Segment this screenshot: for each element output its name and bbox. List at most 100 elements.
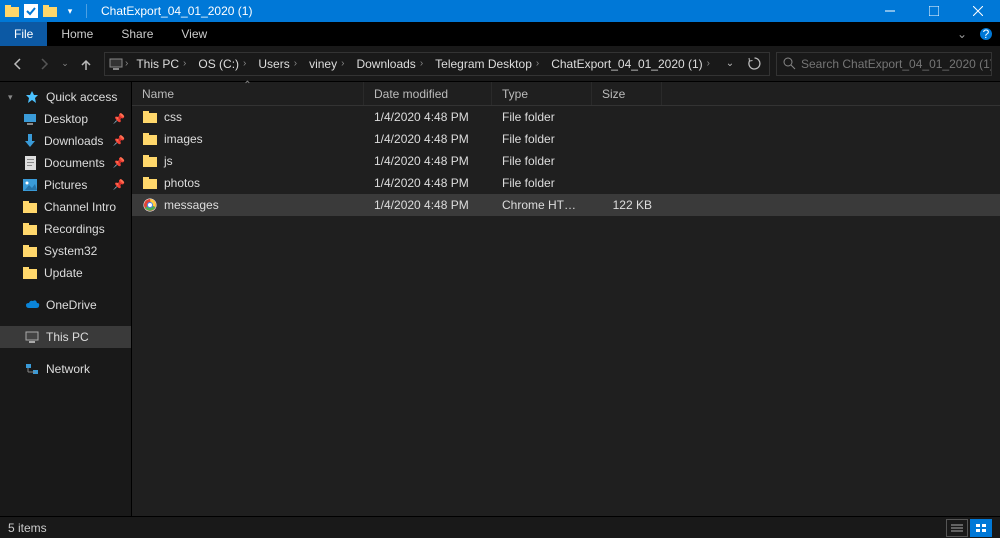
column-headers: Name⌃ Date modified Type Size [132, 82, 1000, 106]
table-row[interactable]: css1/4/2020 4:48 PMFile folder [132, 106, 1000, 128]
tab-view[interactable]: View [167, 22, 221, 46]
file-size: 122 KB [592, 198, 662, 212]
sidebar-item[interactable]: Recordings [0, 218, 131, 240]
forward-button[interactable] [32, 52, 56, 76]
file-type: File folder [492, 132, 592, 146]
maximize-button[interactable] [912, 0, 956, 22]
folder-icon [22, 243, 38, 259]
folder-icon [142, 153, 158, 169]
sidebar-quick-access[interactable]: ▾ Quick access [0, 86, 131, 108]
folder-icon [142, 131, 158, 147]
sidebar-item-label: Downloads [44, 134, 103, 148]
file-type: File folder [492, 176, 592, 190]
back-button[interactable] [6, 52, 30, 76]
sidebar-onedrive[interactable]: OneDrive [0, 294, 131, 316]
refresh-button[interactable] [743, 53, 765, 75]
title-bar: ▾ ChatExport_04_01_2020 (1) [0, 0, 1000, 22]
file-type: File folder [492, 154, 592, 168]
network-icon [24, 361, 40, 377]
file-name: images [164, 132, 203, 146]
chevron-right-icon[interactable]: › [125, 58, 128, 69]
file-type: Chrome HTML Docu... [492, 198, 592, 212]
table-row[interactable]: images 1/4/2020 4:48 PMFile folder [132, 128, 1000, 150]
check-icon[interactable] [24, 4, 38, 18]
sidebar-item[interactable]: Pictures📌 [0, 174, 131, 196]
sidebar-label: OneDrive [46, 298, 97, 312]
search-icon [777, 57, 801, 70]
sidebar-item[interactable]: Documents📌 [0, 152, 131, 174]
chevron-right-icon: › [183, 58, 186, 69]
sidebar-this-pc[interactable]: This PC [0, 326, 131, 348]
address-bar[interactable]: › This PC›OS (C:)›Users›viney›Downloads›… [104, 52, 770, 76]
chevron-right-icon: › [707, 58, 710, 69]
minimize-button[interactable] [868, 0, 912, 22]
separator [86, 4, 87, 18]
table-row[interactable]: js 1/4/2020 4:48 PMFile folder [132, 150, 1000, 172]
file-name: messages [164, 198, 219, 212]
cloud-icon [24, 297, 40, 313]
folder-icon [4, 3, 20, 19]
chevron-right-icon: › [536, 58, 539, 69]
column-date[interactable]: Date modified [364, 82, 492, 105]
table-row[interactable]: messages1/4/2020 4:48 PMChrome HTML Docu… [132, 194, 1000, 216]
breadcrumb-item[interactable]: ChatExport_04_01_2020 (1)› [545, 53, 716, 75]
pin-icon: 📌 [113, 158, 125, 169]
sidebar-item[interactable]: Downloads 📌 [0, 130, 131, 152]
chevron-right-icon: › [243, 58, 246, 69]
sidebar-item[interactable]: Desktop 📌 [0, 108, 131, 130]
table-row[interactable]: photos1/4/2020 4:48 PMFile folder [132, 172, 1000, 194]
breadcrumb-item[interactable]: OS (C:)› [192, 53, 252, 75]
sidebar-item-label: System32 [44, 244, 97, 258]
history-dropdown-icon[interactable]: ⌄ [58, 52, 72, 76]
ribbon-collapse-icon[interactable]: ⌄ [952, 22, 972, 46]
chevron-right-icon: › [294, 58, 297, 69]
sidebar-label: Network [46, 362, 90, 376]
svg-text:?: ? [983, 27, 990, 41]
address-dropdown-icon[interactable]: ⌄ [719, 53, 741, 75]
file-name: js [164, 154, 173, 168]
window-title: ChatExport_04_01_2020 (1) [101, 4, 252, 18]
search-box[interactable] [776, 52, 992, 76]
sidebar-item[interactable]: System32 [0, 240, 131, 262]
desktop-icon [22, 111, 38, 127]
column-name[interactable]: Name⌃ [132, 82, 364, 105]
sidebar-item-label: Pictures [44, 178, 87, 192]
sidebar-item-label: Desktop [44, 112, 88, 126]
tab-home[interactable]: Home [47, 22, 107, 46]
column-type[interactable]: Type [492, 82, 592, 105]
tab-file[interactable]: File [0, 22, 47, 46]
breadcrumb-item[interactable]: viney› [303, 53, 350, 75]
file-date: 1/4/2020 4:48 PM [364, 154, 492, 168]
sidebar-item[interactable]: Channel Intro [0, 196, 131, 218]
ribbon-tabs: File Home Share View ⌄ ? [0, 22, 1000, 46]
file-date: 1/4/2020 4:48 PM [364, 132, 492, 146]
sort-asc-icon: ⌃ [243, 80, 251, 91]
help-icon[interactable]: ? [972, 22, 1000, 46]
pc-icon [24, 329, 40, 345]
breadcrumb-item[interactable]: Telegram Desktop› [429, 53, 545, 75]
breadcrumb-item[interactable]: Downloads› [350, 53, 429, 75]
status-bar: 5 items [0, 516, 1000, 538]
pin-icon: 📌 [113, 114, 125, 125]
qat-dropdown-icon[interactable]: ▾ [62, 3, 78, 19]
sidebar-item[interactable]: Update [0, 262, 131, 284]
chrome-icon [142, 197, 158, 213]
breadcrumb-item[interactable]: This PC› [130, 53, 192, 75]
view-large-icons-button[interactable] [970, 519, 992, 537]
tab-share[interactable]: Share [107, 22, 167, 46]
file-name: css [164, 110, 182, 124]
sidebar-label: Quick access [46, 90, 117, 104]
sidebar-network[interactable]: Network [0, 358, 131, 380]
up-button[interactable] [74, 52, 98, 76]
close-button[interactable] [956, 0, 1000, 22]
search-input[interactable] [801, 57, 991, 71]
breadcrumb-item[interactable]: Users› [252, 53, 303, 75]
sidebar-item-label: Recordings [44, 222, 105, 236]
chevron-down-icon[interactable]: ▾ [8, 92, 18, 103]
folder-icon [22, 265, 38, 281]
file-date: 1/4/2020 4:48 PM [364, 110, 492, 124]
view-details-button[interactable] [946, 519, 968, 537]
pin-icon: 📌 [113, 136, 125, 147]
chevron-right-icon: › [420, 58, 423, 69]
column-size[interactable]: Size [592, 82, 662, 105]
